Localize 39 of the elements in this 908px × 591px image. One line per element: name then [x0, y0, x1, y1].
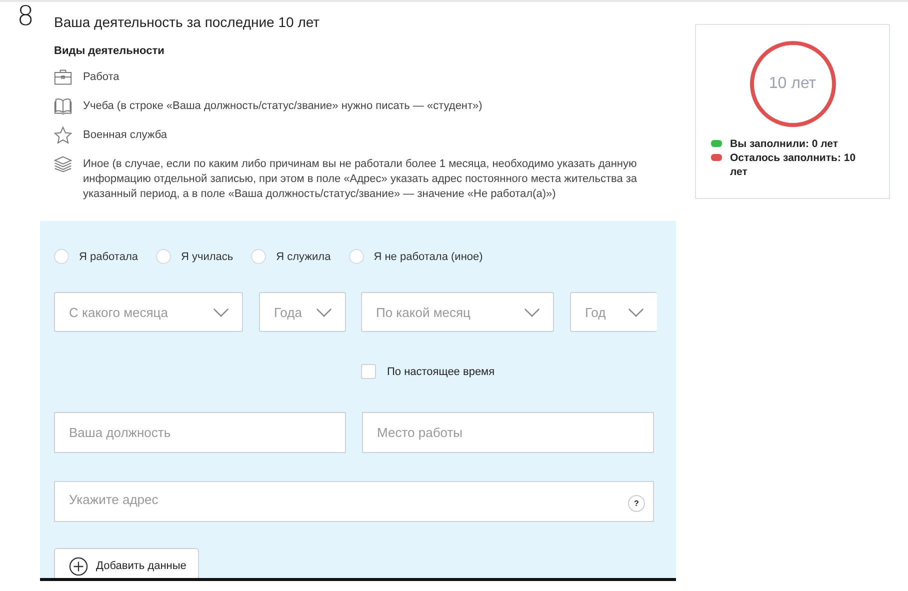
legend-label: Осталось заполнить: 10 лет	[730, 151, 857, 179]
total-years: 10 лет	[768, 75, 816, 93]
workplace-field[interactable]: Место работы	[362, 412, 654, 453]
radio-option[interactable]: Я не работала (иное)	[348, 249, 483, 264]
radio-circle[interactable]	[251, 249, 266, 264]
radio-option[interactable]: Я работала	[54, 249, 138, 264]
section-number: 8	[17, 2, 36, 34]
layers-icon	[54, 155, 72, 173]
activity-text: Иное (в случае, если по каким либо причинам вы не работали более 1 месяца, необходимо указать данную информацию отдельной записью, при этом в поле «Адрес» указать адрес постоянного места жительства за указанный период, а в поле «Ваша должность/статус/звание» — значение «Не работал(а)»)	[83, 157, 638, 202]
activity-text: Учеба (в строке «Ваша должность/статус/звание» нужно писать — «студент»)	[83, 99, 482, 114]
radio-label: Я служила	[276, 250, 331, 262]
activities-heading: Виды деятельности	[54, 45, 164, 57]
address-field[interactable]: Укажите адрес ?	[54, 481, 654, 522]
checkbox-option[interactable]: По настоящее время	[361, 364, 662, 379]
activity-text: Военная служба	[83, 128, 168, 143]
radio-option[interactable]: Я училась	[156, 249, 234, 264]
radio-option[interactable]: Я служила	[251, 249, 331, 264]
chevron-down-icon	[628, 308, 644, 316]
activity-text: Работа	[83, 70, 120, 85]
star-icon	[54, 126, 72, 144]
help-button[interactable]: ?	[628, 495, 645, 512]
radio-label: Я не работала (иное)	[374, 250, 483, 262]
book-icon	[54, 97, 72, 115]
chevron-down-icon	[524, 308, 540, 316]
briefcase-icon	[54, 68, 72, 86]
section-title: Ваша деятельность за последние 10 лет	[54, 14, 320, 30]
radio-label: Я работала	[79, 250, 138, 262]
radio-circle[interactable]	[156, 249, 171, 264]
radio-circle[interactable]	[54, 249, 69, 264]
radio-label: Я училась	[180, 250, 234, 262]
legend-label: Вы заполнили: 0 лет	[730, 137, 838, 151]
checkbox-label: По настоящее время	[387, 366, 495, 378]
chevron-down-icon	[316, 308, 332, 316]
position-field[interactable]: Ваша должность	[54, 412, 346, 453]
chevron-down-icon	[213, 308, 229, 316]
add-data-button[interactable]: Добавить данные	[54, 548, 200, 578]
plus-icon	[69, 556, 88, 576]
checkbox[interactable]	[361, 364, 376, 379]
radio-circle[interactable]	[348, 249, 364, 264]
